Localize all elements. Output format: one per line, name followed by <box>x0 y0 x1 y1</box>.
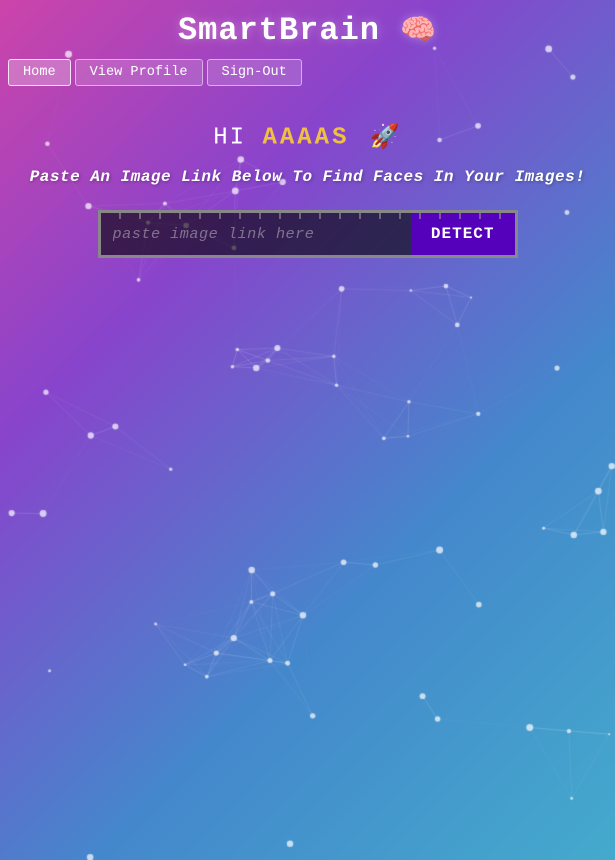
input-decoration <box>101 213 515 219</box>
rocket-icon: 🚀 <box>370 125 402 152</box>
greeting: Hi AAAAS 🚀 <box>0 122 615 152</box>
app-title: SmartBrain 🧠 <box>178 12 437 49</box>
main-content: Hi AAAAS 🚀 Paste An Image Link Below To … <box>0 122 615 258</box>
image-url-input[interactable] <box>101 213 411 255</box>
detect-button[interactable]: DETECT <box>411 213 515 255</box>
greeting-prefix: Hi <box>213 124 262 151</box>
view-profile-button[interactable]: View Profile <box>75 59 203 86</box>
brain-icon: 🧠 <box>400 15 437 48</box>
image-input-container: DETECT <box>98 210 518 258</box>
app-title-text: SmartBrain <box>178 12 380 49</box>
app-header: SmartBrain 🧠 <box>0 0 615 53</box>
subtitle-text: Paste An Image Link Below To Find Faces … <box>0 168 615 186</box>
username-display: AAAAS <box>262 124 349 151</box>
navigation: Home View Profile Sign-Out <box>0 53 615 92</box>
sign-out-button[interactable]: Sign-Out <box>207 59 302 86</box>
home-button[interactable]: Home <box>8 59 71 86</box>
